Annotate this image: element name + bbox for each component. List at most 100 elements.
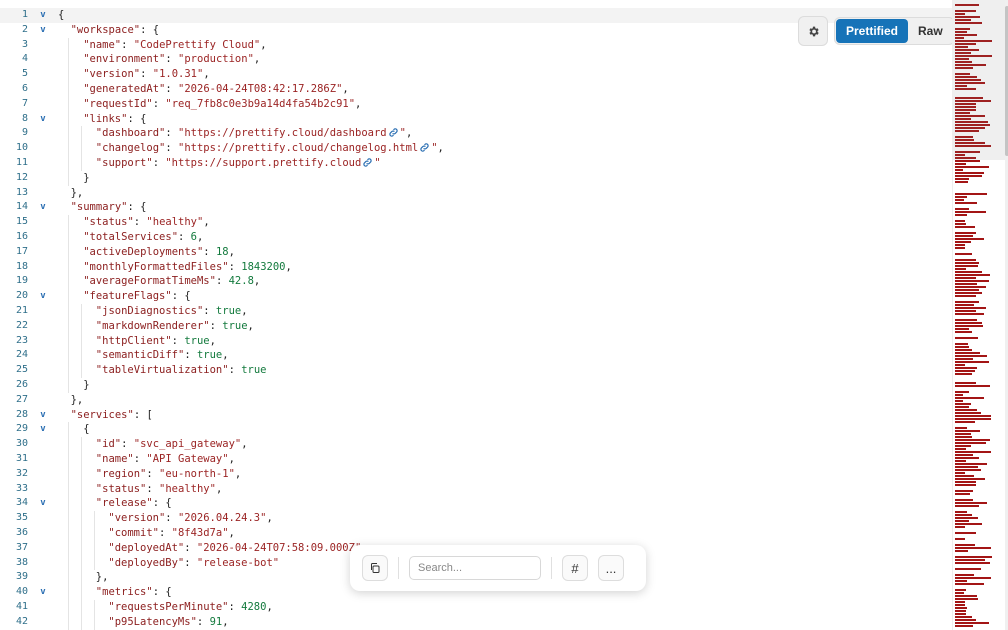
minimap-line [955, 580, 967, 582]
json-punctuation: , [260, 38, 267, 51]
json-punctuation: , [405, 127, 413, 140]
minimap-line [955, 592, 964, 594]
code-line: 35 "version": "2026.04.24.3", [0, 511, 952, 526]
indent-guide [80, 614, 82, 630]
json-punctuation: : [209, 319, 223, 332]
json-punctuation: , [203, 68, 210, 81]
minimap-line [955, 352, 980, 354]
minimap-line [955, 556, 992, 558]
minimap-line [955, 619, 976, 621]
indent-guide [68, 614, 70, 630]
line-numbers-button[interactable]: # [562, 555, 588, 581]
json-punctuation: , [222, 349, 229, 362]
indent-guide [68, 333, 70, 349]
line-number: 17 [15, 245, 28, 257]
code-editor[interactable]: 1 v{2 v "workspace": {3 "name": "CodePrettif… [0, 0, 952, 630]
indent-guide [80, 156, 82, 171]
json-key: "links" [83, 112, 128, 125]
fold-toggle-icon[interactable]: v [38, 8, 48, 23]
indent-guide [80, 466, 82, 482]
fold-toggle-icon[interactable]: v [38, 408, 48, 423]
indent-guide [68, 96, 70, 112]
json-punctuation: : [228, 364, 242, 377]
line-number: 24 [15, 349, 28, 361]
indent-guide [68, 141, 70, 156]
prettified-tab[interactable]: Prettified [836, 19, 909, 43]
indent-guide [80, 348, 82, 364]
copy-button[interactable] [362, 555, 388, 581]
fold-toggle-icon[interactable]: v [38, 496, 48, 511]
json-value: "1.0.31" [152, 68, 204, 81]
line-number: 6 [21, 83, 28, 94]
indent-guide [93, 555, 95, 571]
raw-tab[interactable]: Raw [908, 19, 953, 43]
indent-guide [80, 481, 82, 497]
settings-button[interactable] [798, 16, 828, 46]
json-key: "markdownRenderer" [95, 319, 210, 332]
minimap-line [955, 433, 971, 435]
indent-guide [68, 363, 70, 378]
minimap-line [955, 517, 978, 519]
json-value: "https://prettify.cloud/changelog.html [178, 142, 419, 155]
minimap-line [955, 610, 966, 612]
minimap-line [955, 436, 972, 438]
minimap-line [955, 166, 989, 168]
json-punctuation: : [165, 142, 178, 155]
code-line: 14 v "summary": { [0, 200, 952, 215]
json-punctuation: : [215, 275, 229, 288]
fold-toggle-icon[interactable]: v [38, 23, 48, 38]
json-punctuation: : [165, 53, 179, 66]
line-number: 30 [15, 438, 28, 450]
line-number: 11 [15, 157, 28, 168]
minimap-line [955, 310, 976, 312]
link-icon[interactable] [387, 127, 400, 139]
json-punctuation: : { [127, 112, 147, 125]
code-text: "name": "CodePrettify Cloud", [83, 38, 266, 53]
json-key: "semanticDiff" [95, 349, 185, 362]
fold-toggle-icon[interactable]: v [38, 585, 48, 600]
minimap-line [955, 199, 964, 201]
indent-guide [93, 540, 95, 556]
json-punctuation: , [241, 438, 248, 451]
code-line: 41 "requestsPerMinute": 4280, [0, 600, 952, 615]
minimap-line [955, 544, 975, 546]
json-punctuation: : [228, 260, 242, 273]
copy-icon [371, 563, 380, 573]
code-line: 28 v "services": [ [0, 408, 952, 423]
minimap-line [955, 169, 963, 171]
minimap-viewport[interactable] [953, 0, 1008, 160]
json-punctuation: : { [152, 586, 172, 599]
fold-toggle-icon[interactable]: v [38, 422, 48, 437]
line-number: 39 [15, 571, 28, 583]
minimap-line [955, 304, 974, 306]
json-punctuation: , [234, 467, 242, 480]
code-text: "version": "2026.04.24.3", [108, 511, 272, 526]
minimap[interactable] [952, 0, 1008, 630]
link-icon[interactable] [361, 157, 374, 169]
more-options-button[interactable]: ... [598, 555, 624, 581]
code-text: }, [71, 186, 84, 201]
json-key: "region" [95, 467, 147, 480]
code-line: 26} [0, 378, 952, 393]
minimap-line [955, 232, 976, 234]
minimap-line [955, 271, 982, 273]
minimap-line [955, 328, 969, 330]
code-line: 42 "p95LatencyMs": 91, [0, 614, 952, 630]
json-key: "name" [83, 38, 122, 51]
minimap-line [955, 385, 990, 387]
json-punctuation: }, [70, 393, 84, 406]
json-key: "services" [70, 408, 134, 421]
code-line: 34 v "release": { [0, 496, 952, 512]
search-input[interactable] [409, 556, 541, 580]
indent-guide [68, 466, 70, 482]
fold-toggle-icon[interactable]: v [38, 200, 48, 215]
minimap-line [955, 418, 991, 420]
minimap-line [955, 490, 973, 492]
link-icon[interactable] [418, 142, 431, 154]
code-text: "version": "1.0.31", [83, 67, 209, 82]
fold-toggle-icon[interactable]: v [38, 289, 48, 304]
minimap-line [955, 484, 976, 486]
minimap-line [955, 283, 977, 285]
fold-toggle-icon[interactable]: v [38, 112, 48, 127]
indent-guide [68, 67, 70, 82]
